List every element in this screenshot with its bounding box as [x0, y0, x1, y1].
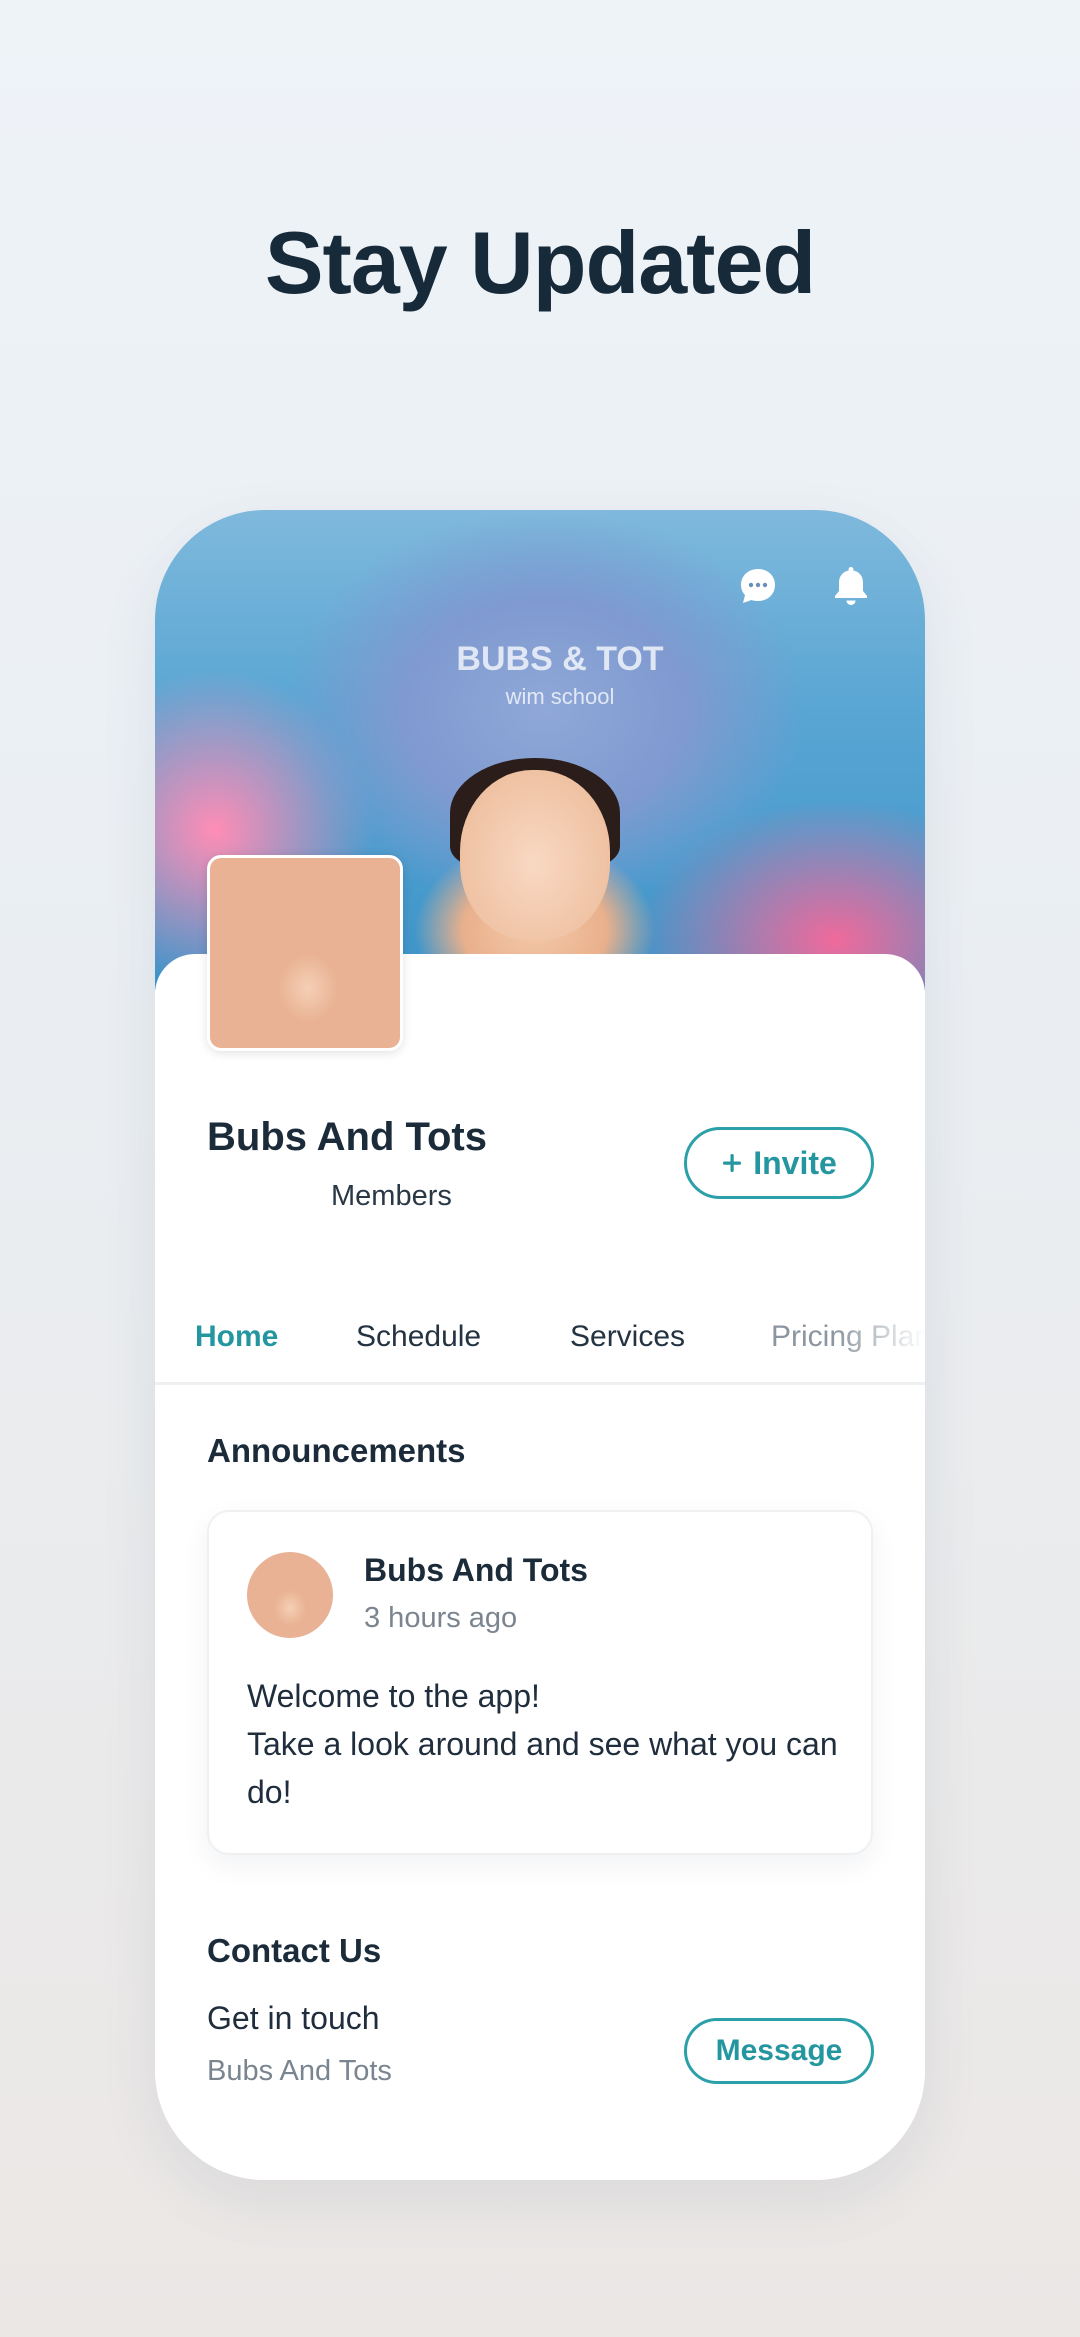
chat-bubble-icon[interactable] [730, 558, 786, 614]
tab-bar: Home Schedule Services Pricing Plar [155, 1305, 925, 1385]
post-body: Welcome to the app! Take a look around a… [247, 1672, 847, 1816]
page-headline: Stay Updated [264, 213, 816, 312]
tab-schedule[interactable]: Schedule [356, 1305, 481, 1382]
message-button[interactable]: Message [684, 2018, 874, 2084]
cover-shirt-print: BUBS & TOT wim school [455, 640, 665, 716]
phone-mockup: BUBS & TOT wim school Bubs And Tots Memb… [155, 510, 925, 2180]
profile-members-label[interactable]: Members [331, 1180, 452, 1213]
avatar [247, 1552, 333, 1638]
bell-icon[interactable] [823, 558, 879, 614]
contact-business-name: Bubs And Tots [207, 2055, 392, 2087]
post-line-1: Welcome to the app! [247, 1678, 540, 1714]
profile-name: Bubs And Tots [207, 1115, 487, 1159]
tab-overflow-fade [835, 1305, 925, 1381]
post-line-2: Take a look around and see what you can … [247, 1726, 838, 1810]
cover-shirt-text: BUBS & TOT [456, 640, 664, 678]
profile-thumbnail[interactable] [207, 855, 403, 1051]
post-timestamp: 3 hours ago [364, 1602, 518, 1634]
cover-shirt-sub: wim school [505, 684, 615, 709]
announcements-title: Announcements [207, 1432, 466, 1469]
invite-button[interactable]: Invite [684, 1127, 874, 1199]
post-author: Bubs And Tots [364, 1552, 588, 1588]
invite-label: Invite [753, 1144, 837, 1181]
cover-child-face [460, 770, 610, 940]
tab-home[interactable]: Home [195, 1305, 278, 1382]
announcement-card[interactable]: Bubs And Tots 3 hours ago Welcome to the… [207, 1510, 873, 1855]
plus-icon [721, 1145, 743, 1182]
contact-title: Contact Us [207, 1932, 382, 1969]
contact-get-in-touch: Get in touch [207, 2000, 380, 2036]
tab-services[interactable]: Services [570, 1305, 685, 1382]
